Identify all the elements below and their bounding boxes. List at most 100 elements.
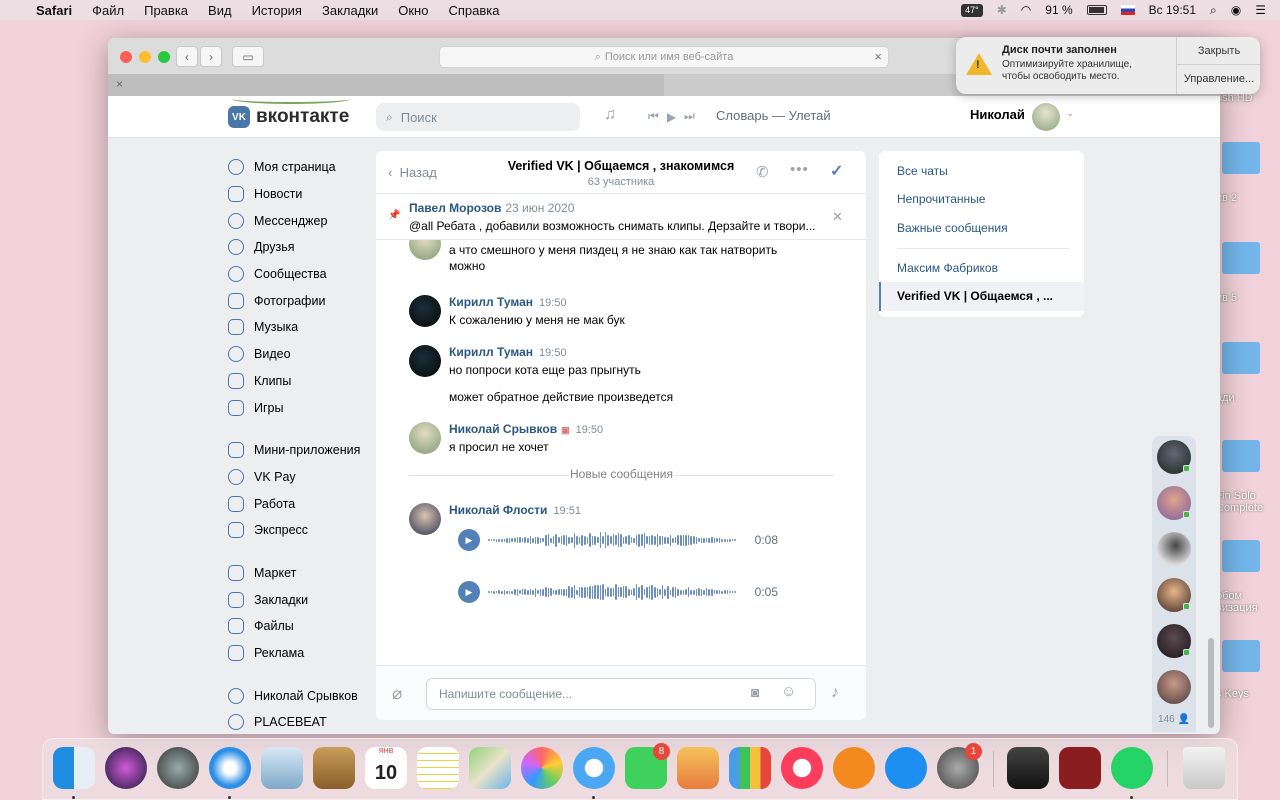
nav-market[interactable]: Маркет (228, 560, 368, 587)
play-voice-button[interactable]: ▶ (458, 581, 480, 603)
bubbles-count[interactable]: 146 👤 (1152, 714, 1196, 725)
spotlight-search-icon[interactable]: ⌕ (1210, 3, 1217, 18)
siri-icon[interactable] (105, 747, 147, 789)
nav-bookmarks[interactable]: Закладки (228, 586, 368, 613)
vk-logo[interactable]: VK вконтакте (228, 106, 349, 128)
chat-bubble-avatar[interactable] (1157, 532, 1191, 566)
filter-unread[interactable]: Непрочитанные (897, 192, 985, 206)
disk-full-notification[interactable]: ! Диск почти заполнен Оптимизируйте хран… (956, 37, 1260, 94)
back-nav-button[interactable]: ‹ (176, 46, 198, 67)
avatar[interactable] (409, 422, 441, 454)
sidebar-toggle-button[interactable]: ▭ (232, 46, 264, 67)
nav-vk-pay[interactable]: VK Pay (228, 464, 368, 491)
battery-icon[interactable] (1086, 5, 1107, 15)
avatar[interactable] (409, 345, 441, 377)
folder-icon[interactable] (1222, 342, 1260, 374)
zoom-window-button[interactable] (158, 51, 170, 63)
previous-track-icon[interactable]: ⏮ (648, 109, 659, 124)
nav-mini-apps[interactable]: Мини-приложения (228, 437, 368, 464)
menu-app-name[interactable]: Safari (36, 3, 72, 18)
menu-window[interactable]: Окно (398, 3, 428, 18)
pages-icon[interactable] (677, 747, 719, 789)
emoji-smile-icon[interactable]: ☺ (781, 683, 796, 700)
close-tab-icon[interactable]: × (116, 77, 123, 91)
checkmark-icon[interactable]: ✓ (830, 161, 843, 181)
menu-help[interactable]: Справка (448, 3, 499, 18)
menu-bookmarks[interactable]: Закладки (322, 3, 378, 18)
notes-icon[interactable] (417, 747, 459, 789)
nav-messenger[interactable]: Мессенджер (228, 207, 368, 234)
address-bar[interactable]: ⌕ Поиск или имя веб-сайта × (439, 46, 889, 68)
nav-jobs[interactable]: Работа (228, 490, 368, 517)
filter-important[interactable]: Важные сообщения (897, 221, 1008, 235)
music-icon[interactable] (781, 747, 823, 789)
finder-icon[interactable] (53, 747, 95, 789)
more-options-icon[interactable]: ••• (790, 161, 809, 178)
launchpad-icon[interactable] (157, 747, 199, 789)
input-source-flag-icon[interactable] (1120, 5, 1135, 15)
nav-ads[interactable]: Реклама (228, 640, 368, 667)
close-icon[interactable]: ✕ (832, 209, 843, 225)
books-icon[interactable] (833, 747, 875, 789)
play-icon[interactable]: ▶ (667, 110, 676, 124)
phone-icon[interactable]: ✆ (756, 163, 769, 181)
maps-icon[interactable] (469, 747, 511, 789)
control-center-icon[interactable]: ☰ (1255, 3, 1266, 17)
user-avatar[interactable] (1032, 103, 1060, 131)
attach-paperclip-icon[interactable]: ⌀ (392, 684, 402, 704)
nav-communities[interactable]: Сообщества (228, 261, 368, 288)
tab-active[interactable] (108, 74, 664, 96)
current-track[interactable]: Словарь — Улетай (716, 108, 831, 123)
disk-utility-icon[interactable] (1007, 747, 1049, 789)
voice-waveform[interactable] (488, 531, 749, 549)
menu-file[interactable]: Файл (92, 3, 124, 18)
contacts-icon[interactable] (313, 747, 355, 789)
filter-all-chats[interactable]: Все чаты (897, 164, 948, 178)
messages-icon[interactable] (573, 747, 615, 789)
recent-chat-verified[interactable]: Verified VK | Общаемся , ... (897, 289, 1053, 303)
notifications-bell-icon[interactable]: ♫ (604, 106, 616, 124)
nav-video[interactable]: Видео (228, 341, 368, 368)
nav-friends[interactable]: Друзья (228, 234, 368, 261)
author-name[interactable]: Кирилл Туман (449, 345, 533, 359)
clock[interactable]: Вс 19:51 (1149, 3, 1196, 17)
minimize-window-button[interactable] (139, 51, 151, 63)
mail-icon[interactable] (261, 747, 303, 789)
camera-icon[interactable]: ◙ (751, 684, 759, 700)
nav-music[interactable]: Музыка (228, 314, 368, 341)
siri-icon[interactable]: ◉ (1231, 3, 1241, 17)
next-track-icon[interactable]: ⏭ (684, 109, 695, 124)
app-store-icon[interactable] (885, 747, 927, 789)
nav-photos[interactable]: Фотографии (228, 287, 368, 314)
nav-games[interactable]: Игры (228, 394, 368, 421)
avatar[interactable] (409, 295, 441, 327)
chevron-down-icon[interactable]: ⌄ (1066, 108, 1074, 119)
close-window-button[interactable] (120, 51, 132, 63)
menu-history[interactable]: История (252, 3, 302, 18)
bluetooth-icon[interactable]: ✱ (997, 3, 1007, 17)
recent-chat-maxim[interactable]: Максим Фабриков (897, 261, 998, 275)
avatar[interactable] (409, 503, 441, 535)
nav-group-nikolay[interactable]: Николай Срывков (228, 682, 368, 709)
author-name[interactable]: Кирилл Туман (449, 295, 533, 309)
numbers-icon[interactable] (729, 747, 771, 789)
play-voice-button[interactable]: ▶ (458, 529, 480, 551)
scrollbar[interactable] (1208, 638, 1214, 728)
nav-express[interactable]: Экспресс (228, 517, 368, 544)
forward-nav-button[interactable]: › (200, 46, 222, 67)
menu-view[interactable]: Вид (208, 3, 232, 18)
photos-icon[interactable] (521, 747, 563, 789)
author-name[interactable]: Николай Срывков (449, 422, 557, 436)
folder-icon[interactable] (1222, 440, 1260, 472)
microphone-icon[interactable]: ♪ (831, 684, 839, 702)
folder-icon[interactable] (1222, 540, 1260, 572)
nav-my-page[interactable]: Моя страница (228, 154, 368, 181)
nav-group-placebeat[interactable]: PLACEBEAT (228, 709, 368, 734)
flash-player-icon[interactable] (1059, 747, 1101, 789)
voice-waveform[interactable] (488, 583, 749, 601)
avatar[interactable] (409, 240, 441, 260)
calendar-icon[interactable]: ЯНВ 10 (365, 747, 407, 789)
notification-manage-button[interactable]: Управление... (1177, 65, 1260, 93)
vk-search-input[interactable]: ⌕ Поиск (376, 103, 580, 131)
clear-address-icon[interactable]: × (874, 49, 882, 64)
